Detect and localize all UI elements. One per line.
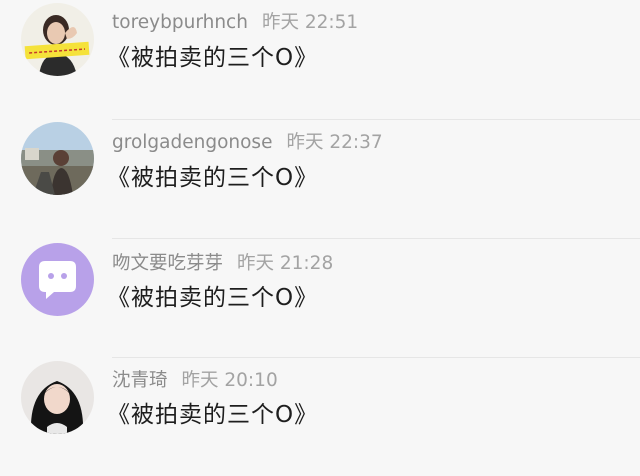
comment-item: 吻文要吃芽芽 昨天 21:28 《被拍卖的三个O》 — [0, 238, 640, 358]
user-avatar-image — [21, 361, 94, 434]
comment-item: grolgadengonose 昨天 22:37 《被拍卖的三个O》 — [0, 119, 640, 239]
avatar[interactable] — [21, 243, 94, 316]
avatar[interactable] — [21, 3, 94, 76]
comment-text[interactable]: 《被拍卖的三个O》 — [107, 42, 318, 74]
user-avatar-image — [21, 122, 94, 195]
username[interactable]: toreybpurhnch — [112, 12, 248, 33]
comment-text[interactable]: 《被拍卖的三个O》 — [107, 282, 318, 314]
comment-meta: 沈青琦 昨天 20:10 — [112, 368, 278, 394]
avatar[interactable] — [21, 122, 94, 195]
username[interactable]: 吻文要吃芽芽 — [112, 253, 223, 274]
avatar[interactable] — [21, 361, 94, 434]
chat-bubble-icon — [21, 243, 94, 316]
comment-meta: grolgadengonose 昨天 22:37 — [112, 130, 383, 156]
comment-text[interactable]: 《被拍卖的三个O》 — [107, 399, 318, 431]
comment-list: toreybpurhnch 昨天 22:51 《被拍卖的三个O》 grolgade… — [0, 0, 640, 441]
comment-text[interactable]: 《被拍卖的三个O》 — [107, 162, 318, 194]
comment-item: 沈青琦 昨天 20:10 《被拍卖的三个O》 — [0, 356, 640, 476]
comment-meta: toreybpurhnch 昨天 22:51 — [112, 10, 358, 36]
comment-item: toreybpurhnch 昨天 22:51 《被拍卖的三个O》 — [0, 0, 640, 120]
comment-time: 昨天 21:28 — [237, 253, 334, 274]
comment-time: 昨天 22:51 — [261, 12, 359, 33]
username[interactable]: grolgadengonose — [112, 132, 272, 153]
comment-time: 昨天 22:37 — [286, 132, 383, 153]
comment-time: 昨天 20:10 — [181, 370, 278, 391]
user-avatar-image — [21, 3, 94, 76]
comment-meta: 吻文要吃芽芽 昨天 21:28 — [112, 251, 333, 277]
username[interactable]: 沈青琦 — [112, 370, 168, 391]
